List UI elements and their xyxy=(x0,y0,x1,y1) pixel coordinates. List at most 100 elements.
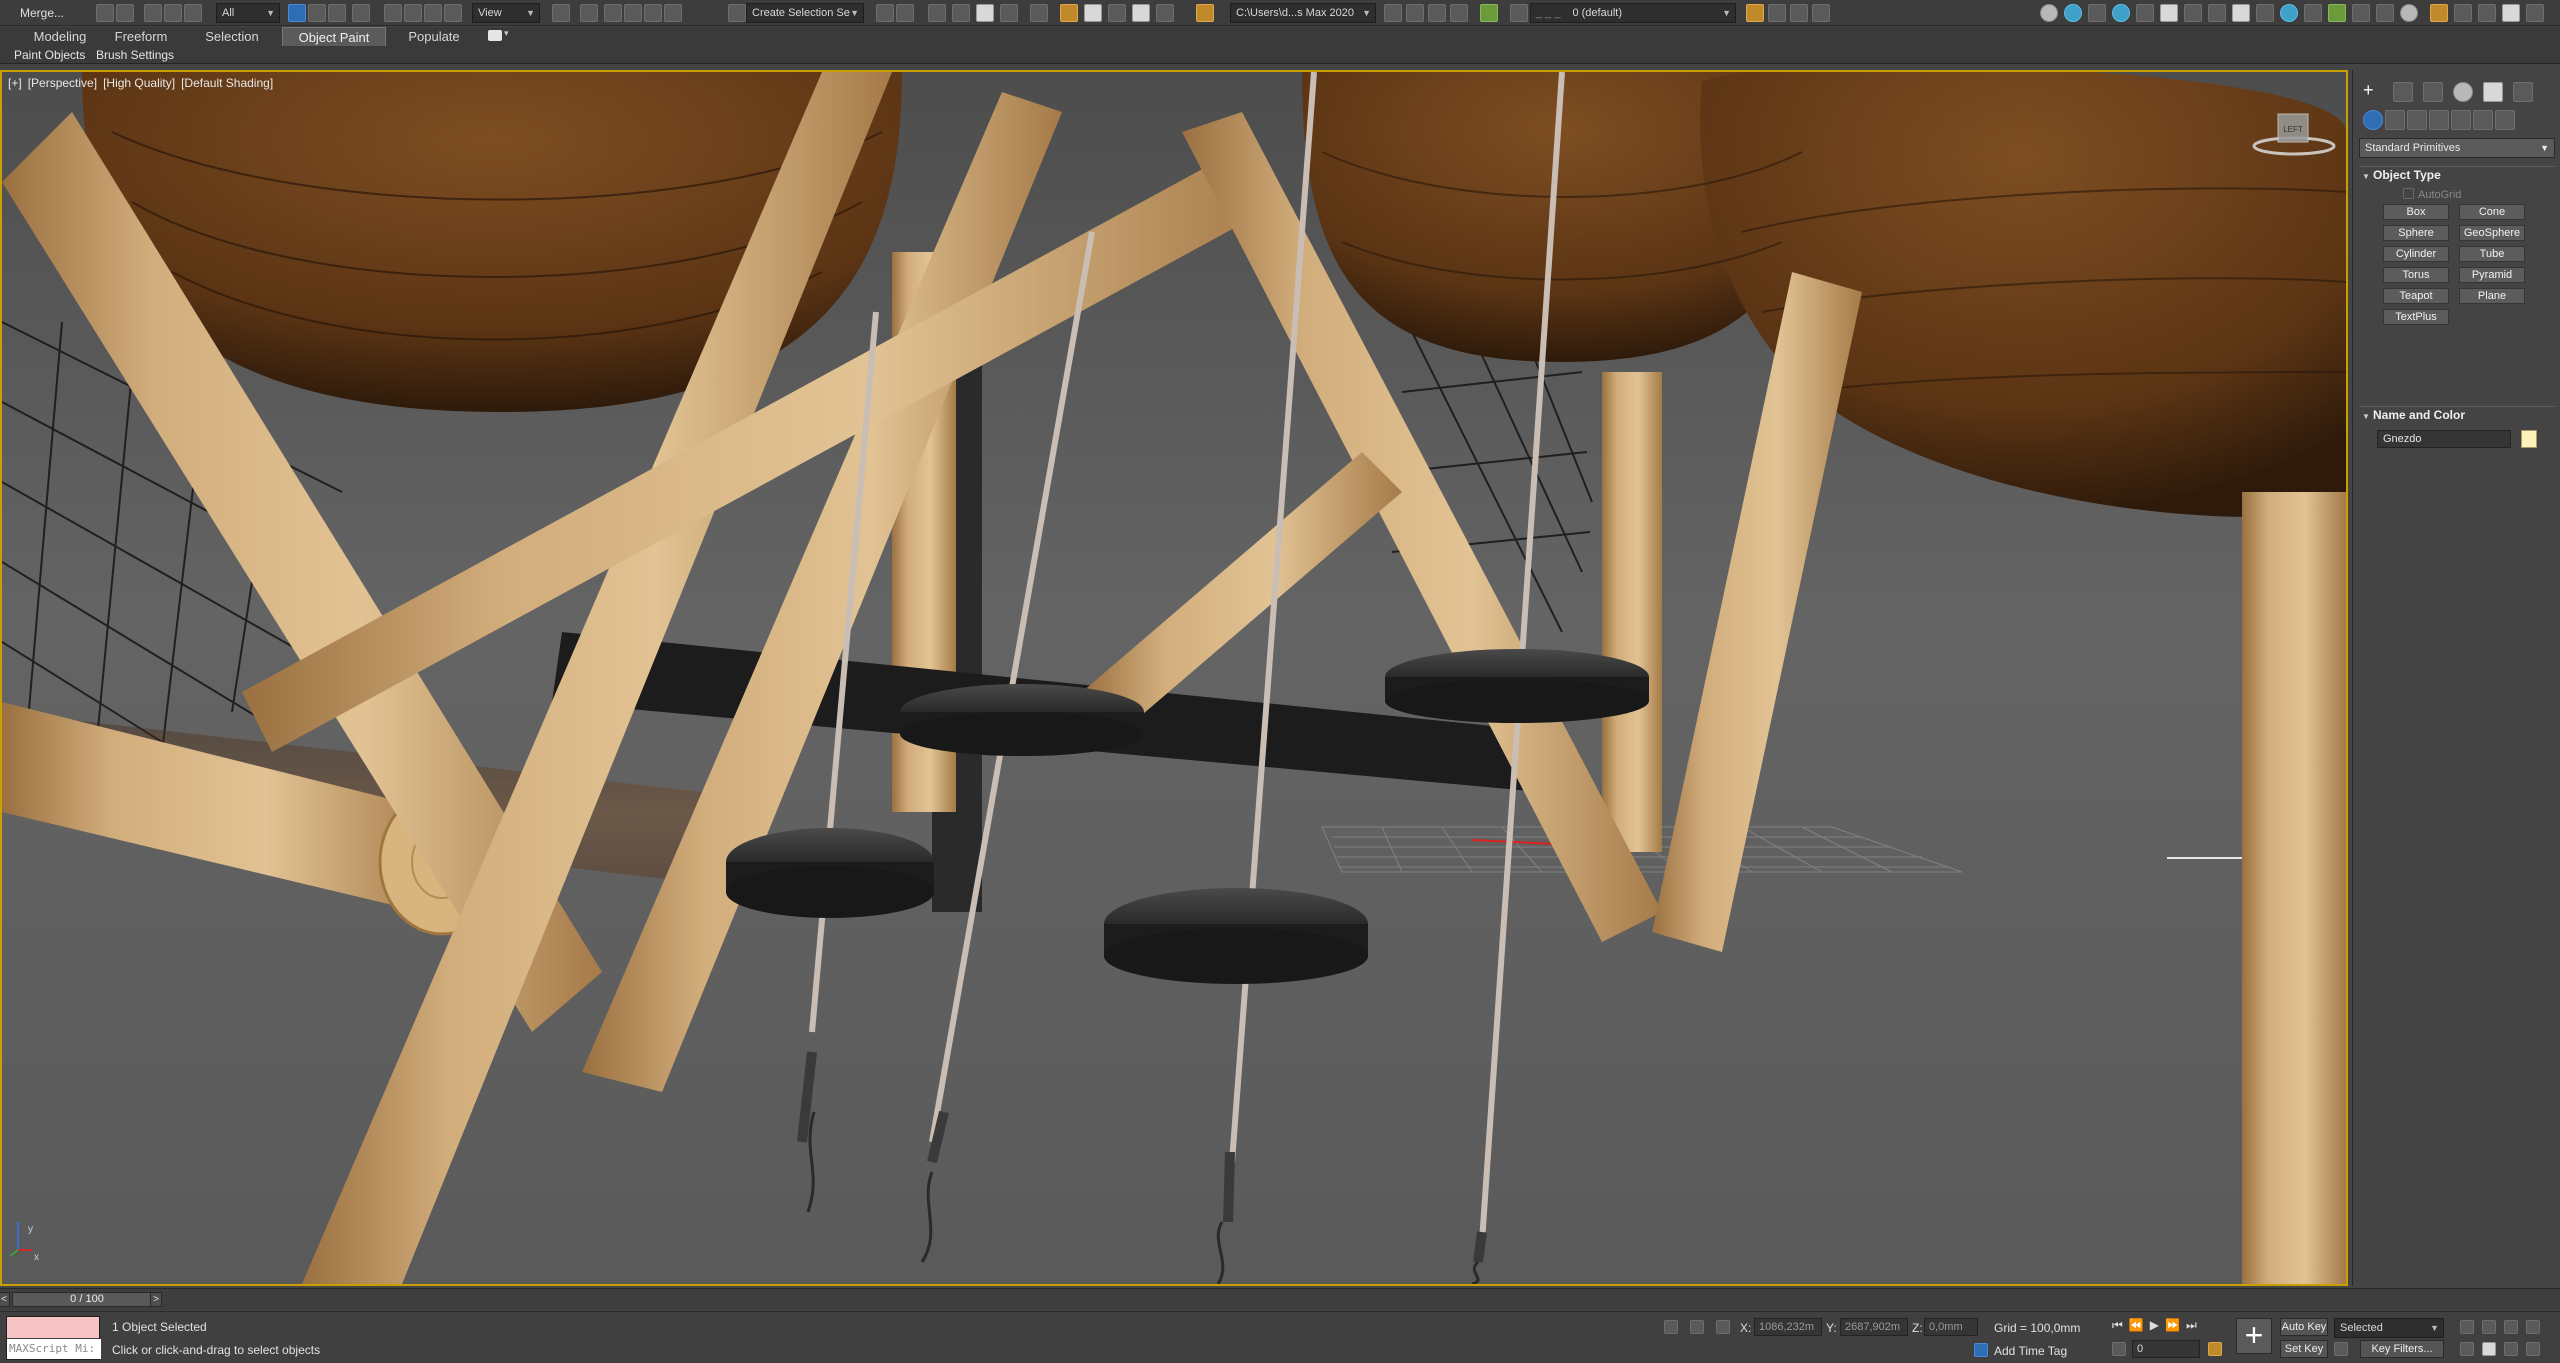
isolate-selection-icon[interactable] xyxy=(2328,4,2346,22)
zoom-extents-all-icon[interactable] xyxy=(2526,1320,2540,1334)
set-keys-icon[interactable]: + xyxy=(2236,1318,2272,1354)
rollout-collapse-icon[interactable]: ▼ xyxy=(2359,409,2373,425)
time-slider-thumb[interactable]: 0 / 100 xyxy=(12,1292,162,1307)
space-warp-icon[interactable] xyxy=(2136,4,2154,22)
select-by-name-icon[interactable] xyxy=(308,4,326,22)
pan-view-icon[interactable] xyxy=(2482,1342,2496,1356)
paint-objects-panel[interactable]: Paint Objects xyxy=(14,46,85,64)
grid-toggle-icon[interactable] xyxy=(2304,4,2322,22)
primitive-category-dropdown[interactable]: Standard Primitives ▼ xyxy=(2359,138,2555,158)
textplus-button[interactable]: TextPlus xyxy=(2383,309,2449,325)
tube-button[interactable]: Tube xyxy=(2459,246,2525,262)
viewport-label[interactable]: [+] [Perspective] [High Quality] [Default S… xyxy=(8,76,279,90)
redo-icon[interactable] xyxy=(116,4,134,22)
selection-filter-dropdown[interactable]: All ▼ xyxy=(216,3,280,23)
keyboard-shortcut-override-icon[interactable] xyxy=(580,4,598,22)
box-button[interactable]: Box xyxy=(2383,204,2449,220)
play-icon[interactable]: ▶ xyxy=(2150,1318,2165,1332)
tab-modeling[interactable]: Modeling xyxy=(26,27,94,46)
select-object-icon[interactable] xyxy=(288,4,306,22)
lights-icon[interactable] xyxy=(2407,110,2427,130)
absolute-mode-icon[interactable] xyxy=(1716,1320,1730,1334)
space-warps-icon[interactable] xyxy=(2473,110,2493,130)
helpers-icon[interactable] xyxy=(2451,110,2471,130)
cylinder-button[interactable]: Cylinder xyxy=(2383,246,2449,262)
move-icon[interactable] xyxy=(384,4,402,22)
utilities-icon[interactable] xyxy=(2256,4,2274,22)
auto-key-button[interactable]: Auto Key xyxy=(2280,1318,2328,1336)
render-setup-icon[interactable] xyxy=(1084,4,1102,22)
y-coordinate-field[interactable]: 2687,902m xyxy=(1840,1318,1908,1336)
torus-button[interactable]: Torus xyxy=(2383,267,2449,283)
merge-button[interactable]: Merge... xyxy=(20,3,72,23)
brush-settings-panel[interactable]: Brush Settings xyxy=(96,46,174,64)
create-tab-icon[interactable]: + xyxy=(2363,81,2381,100)
motion-icon[interactable] xyxy=(2208,4,2226,22)
schematic-view-icon[interactable] xyxy=(1030,4,1048,22)
geosphere-button[interactable]: GeoSphere xyxy=(2459,225,2525,241)
zoom-extents-icon[interactable] xyxy=(2504,1320,2518,1334)
field-of-view-icon[interactable] xyxy=(2460,1342,2474,1356)
render-production-icon[interactable] xyxy=(1132,4,1150,22)
current-frame-field[interactable]: 0 xyxy=(2132,1340,2200,1358)
percent-snap-icon[interactable] xyxy=(644,4,662,22)
open-project-icon[interactable] xyxy=(1384,4,1402,22)
maxscript-input[interactable]: MAXScript Mi: xyxy=(7,1339,101,1359)
rendered-frame-window-icon[interactable] xyxy=(1108,4,1126,22)
time-config-icon[interactable] xyxy=(2112,1342,2126,1356)
time-tag-icon[interactable] xyxy=(1974,1343,1988,1357)
viewport-quality[interactable]: [High Quality] xyxy=(103,76,175,90)
maximize-viewport-icon[interactable] xyxy=(2526,1342,2540,1356)
undo-icon[interactable] xyxy=(96,4,114,22)
cone-button[interactable]: Cone xyxy=(2459,204,2525,220)
angle-snap-icon[interactable] xyxy=(624,4,642,22)
key-filters-button[interactable]: Key Filters... xyxy=(2360,1340,2444,1358)
systems-icon[interactable] xyxy=(2160,4,2178,22)
help-icon[interactable] xyxy=(2502,4,2520,22)
set-key-button[interactable]: Set Key xyxy=(2280,1340,2328,1358)
mirror-icon[interactable] xyxy=(876,4,894,22)
previous-frame-icon[interactable]: ⏪ xyxy=(2129,1318,2150,1332)
toggle-layer-explorer-icon[interactable] xyxy=(952,4,970,22)
script-icon[interactable] xyxy=(2478,4,2496,22)
name-and-color-rollout[interactable]: ▼ Name and Color xyxy=(2359,406,2555,422)
edit-named-selection-icon[interactable] xyxy=(728,4,746,22)
project-settings-icon[interactable] xyxy=(1450,4,1468,22)
plane-button[interactable]: Plane xyxy=(2459,288,2525,304)
time-slider-next-button[interactable]: > xyxy=(150,1292,162,1307)
object-type-rollout[interactable]: ▼ Object Type xyxy=(2359,166,2555,182)
display-tab-icon[interactable] xyxy=(2483,82,2503,102)
geometry-icon[interactable] xyxy=(2363,110,2383,130)
snaps-toggle-icon[interactable] xyxy=(604,4,622,22)
viewport-shading[interactable]: [Default Shading] xyxy=(181,76,273,90)
sphere-button[interactable]: Sphere xyxy=(2383,225,2449,241)
set-project-icon[interactable] xyxy=(1428,4,1446,22)
maxscript-listener[interactable]: MAXScript Mi: xyxy=(6,1316,101,1360)
orbit-icon[interactable] xyxy=(2504,1342,2518,1356)
key-mode-icon[interactable] xyxy=(2208,1342,2222,1356)
next-frame-icon[interactable]: ⏩ xyxy=(2165,1318,2186,1332)
tab-selection[interactable]: Selection xyxy=(194,27,270,46)
camera-icon[interactable] xyxy=(2088,4,2106,22)
new-layer-icon[interactable] xyxy=(1746,4,1764,22)
pivot-center-icon[interactable] xyxy=(552,4,570,22)
toggle-ribbon-icon[interactable] xyxy=(976,4,994,22)
material-editor-icon[interactable] xyxy=(1060,4,1078,22)
pyramid-button[interactable]: Pyramid xyxy=(2459,267,2525,283)
warning-icon[interactable] xyxy=(1196,4,1214,22)
scale-icon[interactable] xyxy=(424,4,442,22)
named-selection-sets-dropdown[interactable]: Create Selection Se ▼ xyxy=(746,3,864,23)
bind-to-space-warp-icon[interactable] xyxy=(184,4,202,22)
ribbon-toggle-icon[interactable] xyxy=(488,30,502,41)
key-tangent-icon[interactable] xyxy=(2334,1342,2348,1356)
array-icon[interactable] xyxy=(2376,4,2394,22)
curve-editor-icon[interactable] xyxy=(1000,4,1018,22)
x-coordinate-field[interactable]: 1086,232m xyxy=(1754,1318,1822,1336)
time-slider-prev-button[interactable]: < xyxy=(0,1292,10,1307)
go-to-start-icon[interactable]: ⏮ xyxy=(2112,1318,2129,1332)
viewport-point-of-view[interactable]: [Perspective] xyxy=(28,76,97,90)
add-to-layer-icon[interactable] xyxy=(1768,4,1786,22)
select-and-link-icon[interactable] xyxy=(144,4,162,22)
unlink-icon[interactable] xyxy=(164,4,182,22)
tab-populate[interactable]: Populate xyxy=(396,27,472,46)
